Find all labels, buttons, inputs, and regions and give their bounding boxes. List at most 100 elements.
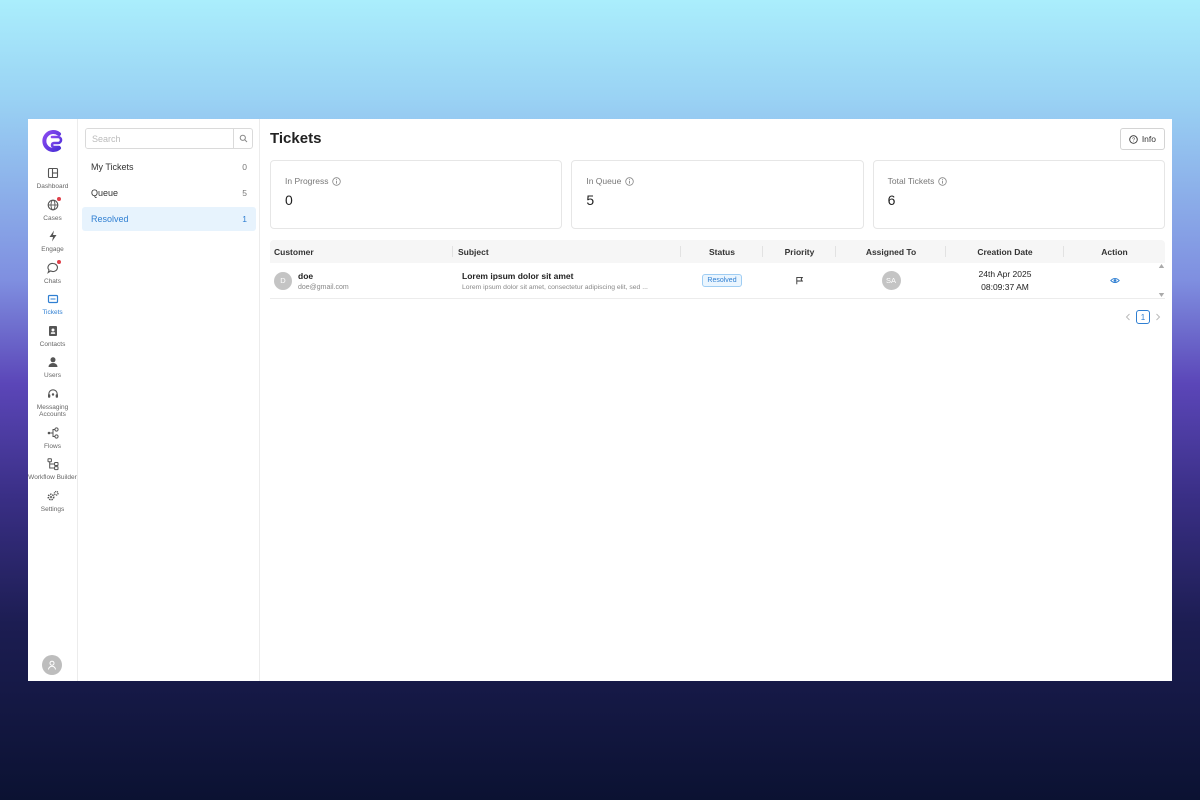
customer-name: doe <box>298 270 314 281</box>
headset-icon <box>46 387 60 401</box>
stat-value: 6 <box>887 192 896 208</box>
nav-label: Users <box>44 372 61 379</box>
nav-label: Contacts <box>39 340 66 348</box>
cell-subject: Lorem ipsum dolor sit amet Lorem ipsum d… <box>453 263 681 298</box>
filter-label: My Tickets <box>91 162 134 172</box>
filter-queue[interactable]: Queue 5 <box>82 181 256 205</box>
nav-item-flows[interactable]: Flows <box>28 426 77 451</box>
col-action[interactable]: Action <box>1064 240 1165 263</box>
globe-icon <box>46 196 61 212</box>
col-customer[interactable]: Customer <box>270 240 453 263</box>
table-scrollbar[interactable] <box>1157 263 1165 298</box>
nav-item-tickets[interactable]: Tickets <box>28 292 77 317</box>
pagination: 1 <box>1125 310 1161 324</box>
cell-customer: D doe doe@gmail.com <box>270 263 453 298</box>
nav-item-chats[interactable]: Chats <box>28 259 77 286</box>
cell-assigned-to: SA <box>836 263 946 298</box>
col-subject[interactable]: Subject <box>453 240 681 263</box>
ticket-icon <box>46 292 60 306</box>
stat-value: 0 <box>285 192 293 208</box>
app-window: Dashboard Cases Engage Chats Tickets Con… <box>28 119 1172 681</box>
filter-label: Resolved <box>91 214 129 224</box>
stat-label: In Queue <box>586 176 622 186</box>
filter-label: Queue <box>91 188 119 198</box>
info-button[interactable]: ? Info <box>1119 128 1165 150</box>
chevron-left-icon[interactable] <box>1125 313 1131 321</box>
app-logo[interactable] <box>40 128 66 154</box>
user-icon <box>46 355 60 369</box>
stat-label: In Progress <box>285 176 329 186</box>
filter-count: 5 <box>242 188 247 198</box>
col-priority[interactable]: Priority <box>763 240 836 263</box>
col-creation-date[interactable]: Creation Date <box>946 240 1064 263</box>
page-title: Tickets <box>270 130 322 147</box>
scroll-down-icon[interactable] <box>1158 292 1165 298</box>
table-header: Customer Subject Status Priority Assigne… <box>270 240 1165 263</box>
nav-item-dashboard[interactable]: Dashboard <box>28 166 77 191</box>
nav-item-users[interactable]: Users <box>28 355 77 380</box>
status-badge: Resolved <box>702 274 742 287</box>
contact-card-icon <box>46 324 60 338</box>
customer-email: doe@gmail.com <box>298 283 349 291</box>
creation-date: 24th Apr 2025 <box>978 268 1032 279</box>
notification-dot <box>56 259 61 264</box>
chat-bubble-icon <box>46 259 61 275</box>
user-avatar[interactable] <box>42 655 62 675</box>
nav-item-contacts[interactable]: Contacts <box>28 324 77 349</box>
search-button[interactable] <box>233 129 252 148</box>
col-status[interactable]: Status <box>681 240 763 263</box>
nav-label: Dashboard <box>36 183 69 190</box>
cell-action <box>1064 263 1165 298</box>
chevron-right-icon[interactable] <box>1155 313 1161 321</box>
filter-my-tickets[interactable]: My Tickets 0 <box>82 155 256 179</box>
subject-description: Lorem ipsum dolor sit amet, consectetur … <box>462 283 648 291</box>
stat-card-in-queue: In Queue 5 <box>571 160 864 229</box>
search-icon <box>239 134 247 143</box>
nav-rail: Dashboard Cases Engage Chats Tickets Con… <box>28 119 78 681</box>
scroll-up-icon[interactable] <box>1158 263 1165 269</box>
stats-row: In Progress 0 In Queue 5 Total Tickets 6 <box>270 160 1165 229</box>
cell-priority <box>763 263 836 298</box>
nav-label: Chats <box>44 277 61 285</box>
stat-card-total-tickets: Total Tickets 6 <box>872 160 1165 229</box>
search-input[interactable] <box>86 129 233 148</box>
nav-item-engage[interactable]: Engage <box>28 229 77 254</box>
flag-icon[interactable] <box>795 276 804 285</box>
flow-icon <box>46 426 60 440</box>
main-content: Tickets ? Info In Progress 0 In Queue 5 … <box>260 119 1172 681</box>
stat-value: 5 <box>586 192 595 208</box>
filter-resolved[interactable]: Resolved 1 <box>82 207 256 231</box>
workflow-icon <box>46 457 60 471</box>
notification-dot <box>56 196 61 201</box>
nav-label: Messaging Accounts <box>36 403 69 419</box>
stat-label: Total Tickets <box>887 176 935 186</box>
dashboard-icon <box>46 166 60 180</box>
info-icon[interactable] <box>938 176 948 186</box>
stat-card-in-progress: In Progress 0 <box>270 160 563 229</box>
svg-text:?: ? <box>1132 137 1135 143</box>
info-label: Info <box>1141 134 1156 144</box>
nav-label: Workflow Builder <box>28 474 77 481</box>
nav-item-messaging-accounts[interactable]: Messaging Accounts <box>28 387 77 419</box>
customer-avatar: D <box>274 271 292 290</box>
filter-count: 1 <box>242 214 247 224</box>
search-box <box>85 128 253 149</box>
info-icon[interactable] <box>625 176 635 186</box>
tickets-table: Customer Subject Status Priority Assigne… <box>270 240 1165 299</box>
info-icon[interactable] <box>332 176 342 186</box>
page-number-current[interactable]: 1 <box>1136 310 1150 324</box>
eye-icon[interactable] <box>1109 276 1120 285</box>
avatar-person-icon <box>48 660 56 670</box>
nav-label: Engage <box>41 246 64 253</box>
nav-item-workflow-builder[interactable]: Workflow Builder <box>28 457 77 482</box>
nav-item-settings[interactable]: Settings <box>28 489 77 514</box>
filter-count: 0 <box>242 162 247 172</box>
nav-label: Cases <box>43 214 62 222</box>
col-assigned-to[interactable]: Assigned To <box>836 240 946 263</box>
nav-label: Flows <box>44 442 61 450</box>
nav-label: Settings <box>40 505 65 513</box>
cell-creation-date: 24th Apr 2025 08:09:37 AM <box>946 263 1064 298</box>
table-row[interactable]: D doe doe@gmail.com Lorem ipsum dolor si… <box>270 263 1165 299</box>
gears-icon <box>46 489 60 503</box>
nav-item-cases[interactable]: Cases <box>28 196 77 223</box>
